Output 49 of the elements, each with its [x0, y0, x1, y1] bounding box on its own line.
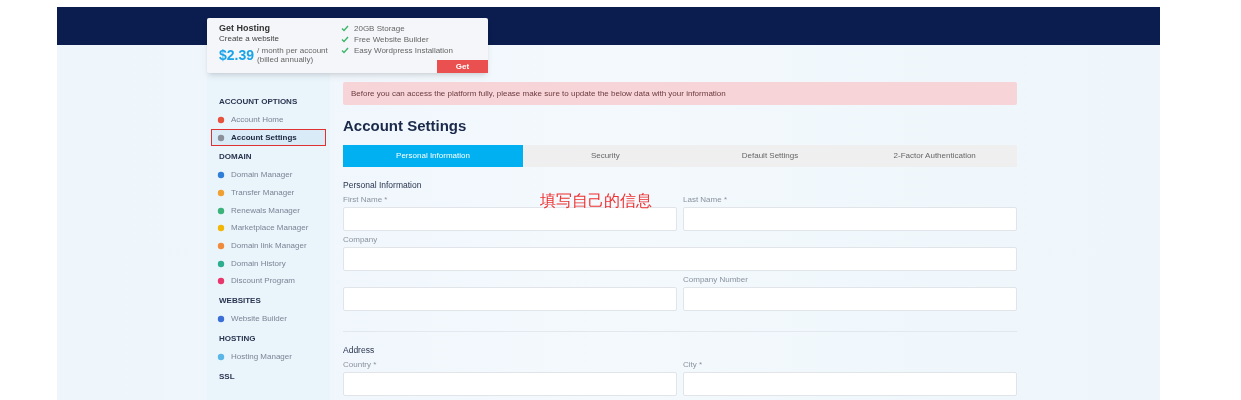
field-label: Company [343, 234, 378, 245]
section-heading: HOSTING [218, 332, 257, 345]
input-field[interactable] [343, 287, 677, 311]
input-field[interactable] [343, 207, 677, 231]
menu-icon [217, 315, 225, 324]
alert-banner: Before you can access the platform fully, please make sure to update the below data with your information [343, 82, 1017, 105]
section-heading: ACCOUNT OPTIONS [218, 96, 299, 108]
field-label: City * [683, 359, 703, 370]
tab[interactable]: 2-Factor Authentication [852, 145, 1017, 167]
price-note: (billed annually) [257, 55, 315, 64]
field-label: First Name * [343, 194, 388, 205]
input-field[interactable] [683, 287, 1017, 311]
promo-subtitle: Create a website [219, 34, 281, 44]
tab[interactable]: Security [523, 145, 688, 167]
sidebar-item[interactable]: Renewals Manager [207, 201, 330, 220]
sidebar-item[interactable]: Account Settings [211, 128, 326, 147]
sidebar-item[interactable]: Website Builder [207, 310, 330, 328]
tab[interactable]: Default Settings [687, 145, 853, 167]
sidebar-item[interactable]: Domain link Manager [207, 237, 330, 255]
feature-text: Free Website Builder [354, 35, 429, 44]
sidebar-item[interactable]: Hosting Manager [207, 347, 330, 366]
input-field[interactable] [343, 372, 677, 396]
field-label: Company Number [683, 274, 748, 285]
input-field[interactable] [343, 247, 1017, 271]
promo-title: Get Hosting [219, 23, 271, 34]
section-title: Personal Information [343, 179, 423, 191]
section-title: Address [343, 344, 376, 356]
price: $2.39 [219, 47, 255, 63]
sidebar-item[interactable]: Discount Program [207, 272, 330, 291]
input-field[interactable] [683, 372, 1017, 396]
sidebar-item[interactable]: Account Home [207, 111, 330, 129]
field-label: Country * [343, 359, 377, 370]
feature-text: 20GB Storage [354, 24, 405, 33]
input-field[interactable] [683, 207, 1017, 231]
sidebar-item[interactable]: Transfer Manager [207, 184, 330, 202]
section-heading: WEBSITES [218, 295, 262, 308]
field-label: Last Name * [683, 194, 728, 205]
section-heading: SSL [218, 370, 236, 383]
feature-text: Easy Wordpress Installation [354, 46, 453, 55]
sidebar-item[interactable]: Domain Manager [207, 166, 330, 185]
get-button[interactable]: Get [437, 60, 488, 73]
sidebar-item[interactable]: Marketplace Manager [207, 219, 330, 238]
tab[interactable]: Personal Information [343, 145, 523, 167]
menu-icon [217, 352, 225, 361]
price-note: / month per account [257, 46, 328, 55]
page-title: Account Settings [343, 117, 468, 135]
section-heading: DOMAIN [218, 151, 253, 164]
sidebar-item[interactable]: Domain History [207, 254, 330, 273]
annotation-text: 填写自己的信息 [540, 191, 652, 211]
